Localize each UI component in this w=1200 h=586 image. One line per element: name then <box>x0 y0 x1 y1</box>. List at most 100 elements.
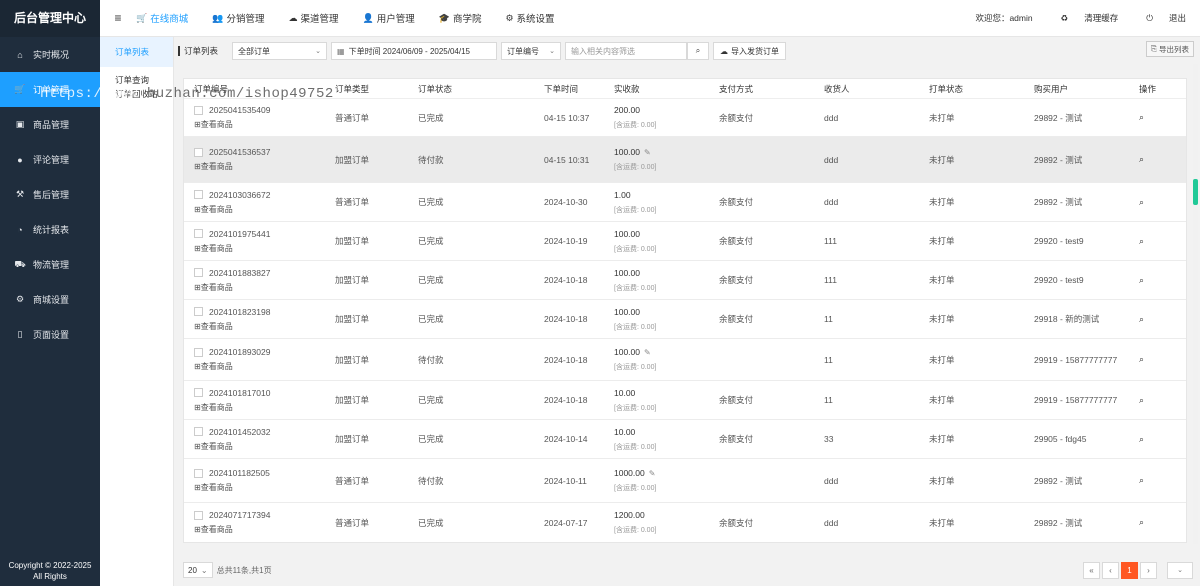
sidebar-item-2[interactable]: ▣ 商品管理 <box>0 107 100 142</box>
search-button[interactable]: ⌕ <box>687 42 710 60</box>
table-row[interactable]: 2024101975441 ⊞查看商品 加盟订单 已完成 2024-10-19 100.0… <box>184 222 1186 261</box>
page-button-current[interactable]: 1 <box>1121 561 1138 579</box>
row-checkbox[interactable] <box>194 468 203 478</box>
top-nav-item-4[interactable]: 🎓 商学院 <box>439 11 482 26</box>
shipping-fee-note: [含运费: 0.00] <box>614 323 657 331</box>
row-checkbox[interactable] <box>194 347 203 357</box>
view-detail-search-icon[interactable]: ⌕ <box>1139 112 1144 123</box>
receiver: ddd <box>824 154 839 165</box>
logout-button[interactable]: ⏻ 退出 <box>1132 12 1186 24</box>
view-detail-search-icon[interactable]: ⌕ <box>1139 236 1144 247</box>
import-shipping-button[interactable]: ☁ 导入发货订单 <box>713 42 787 60</box>
vertical-scrollbar[interactable] <box>1193 64 1198 544</box>
view-goods-link[interactable]: ⊞查看商品 <box>194 524 270 535</box>
top-nav-item-5[interactable]: ⚙ 系统设置 <box>505 11 554 26</box>
sidebar-item-8[interactable]: ▯ 页面设置 <box>0 317 100 352</box>
search-input[interactable]: 输入相关内容筛选 <box>565 42 688 60</box>
export-list-button[interactable]: ⎘ 导出列表 <box>1146 41 1194 57</box>
view-goods-link[interactable]: ⊞查看商品 <box>194 204 270 215</box>
top-nav-label: 渠道管理 <box>300 14 339 25</box>
sidebar-item-3[interactable]: ● 评论管理 <box>0 142 100 177</box>
page-size-select[interactable]: 20 ⌄ <box>183 562 213 578</box>
menu-toggle-icon[interactable]: ≡ <box>100 11 136 25</box>
table-row[interactable]: 2024101883827 ⊞查看商品 加盟订单 已完成 2024-10-18 100.0… <box>184 261 1186 300</box>
sidebar-item-7[interactable]: ⚙ 商城设置 <box>0 282 100 317</box>
order-id-line: 2024101893029 <box>194 347 270 357</box>
edit-icon[interactable]: ✎ <box>644 348 651 357</box>
table-row[interactable]: 2024101182505 ⊞查看商品 普通订单 待付款 2024-10-11 1000.… <box>184 459 1186 503</box>
view-goods-link[interactable]: ⊞查看商品 <box>194 321 270 332</box>
top-nav-item-2[interactable]: ☁ 渠道管理 <box>288 11 339 26</box>
column-header: 收货人 <box>824 83 850 94</box>
view-detail-search-icon[interactable]: ⌕ <box>1139 475 1144 486</box>
clear-cache-button[interactable]: ♻ 清理缓存 <box>1047 12 1119 24</box>
view-goods-link[interactable]: ⊞查看商品 <box>194 402 270 413</box>
row-checkbox[interactable] <box>194 510 203 520</box>
order-id-cell: 2025041535409 ⊞查看商品 <box>194 105 270 130</box>
sidebar-item-0[interactable]: ⌂ 实时概况 <box>0 37 100 72</box>
row-checkbox[interactable] <box>194 388 203 397</box>
toolbar-title: 订单列表 <box>178 45 218 57</box>
table-row[interactable]: 2024101817010 ⊞查看商品 加盟订单 已完成 2024-10-18 10.00… <box>184 381 1186 420</box>
order-id-line: 2025041535409 <box>194 105 270 115</box>
view-detail-search-icon[interactable]: ⌕ <box>1139 275 1144 286</box>
view-detail-search-icon[interactable]: ⌕ <box>1139 517 1144 528</box>
edit-icon[interactable]: ✎ <box>644 148 651 157</box>
submenu-order-list[interactable]: 订单列表 <box>100 37 173 67</box>
view-goods-link[interactable]: ⊞查看商品 <box>194 243 270 254</box>
table-row[interactable]: 2024103036672 ⊞查看商品 普通订单 已完成 2024-10-30 1.00 [… <box>184 183 1186 222</box>
view-goods-link[interactable]: ⊞查看商品 <box>194 482 270 493</box>
table-row[interactable]: 2024101452032 ⊞查看商品 加盟订单 已完成 2024-10-14 10.00… <box>184 420 1186 459</box>
table-row[interactable]: 2024101823198 ⊞查看商品 加盟订单 已完成 2024-10-18 100.0… <box>184 300 1186 339</box>
view-goods-link[interactable]: ⊞查看商品 <box>194 361 270 372</box>
sidebar-item-1[interactable]: 🛒 订单管理 <box>0 72 100 107</box>
sidebar-item-5[interactable]: ◔ 统计报表 <box>0 212 100 247</box>
view-detail-search-icon[interactable]: ⌕ <box>1139 395 1144 406</box>
table-row[interactable]: 2025041536537 ⊞查看商品 加盟订单 待付款 04-15 10:31 100.… <box>184 137 1186 183</box>
top-nav-item-1[interactable]: 👥 分销管理 <box>212 11 264 26</box>
order-id-line: 2024101975441 <box>194 229 270 239</box>
sidebar-item-6[interactable]: ⛟ 物流管理 <box>0 247 100 282</box>
table-row[interactable]: 2024071717394 ⊞查看商品 普通订单 已完成 2024-07-17 1200.… <box>184 503 1186 542</box>
first-page-button[interactable]: « <box>1083 561 1100 579</box>
edit-icon[interactable]: ✎ <box>649 469 656 478</box>
view-detail-search-icon[interactable]: ⌕ <box>1139 197 1144 208</box>
view-goods-link[interactable]: ⊞查看商品 <box>194 161 270 172</box>
date-range-picker[interactable]: ▦ 下单时间 2024/06/09 - 2025/04/15 <box>331 42 498 60</box>
status-select[interactable]: 全部订单 ⌄ <box>232 42 328 60</box>
row-checkbox[interactable] <box>194 105 203 115</box>
payment-method: 余额支付 <box>719 112 754 123</box>
order-id: 2024101182505 <box>209 468 270 478</box>
gear-icon: ⚙ <box>15 294 25 304</box>
page-jump-select[interactable]: ⌄ <box>1167 561 1193 579</box>
scrollbar-thumb[interactable] <box>1193 179 1198 205</box>
field-select[interactable]: 订单编号 ⌄ <box>501 42 562 60</box>
top-nav-item-3[interactable]: 👤 用户管理 <box>362 11 414 26</box>
table-row[interactable]: 2025041535409 ⊞查看商品 普通订单 已完成 04-15 10:37 200.… <box>184 99 1186 137</box>
view-goods-link[interactable]: ⊞查看商品 <box>194 119 270 130</box>
view-goods-link[interactable]: ⊞查看商品 <box>194 441 270 452</box>
row-checkbox[interactable] <box>194 307 203 316</box>
submenu-order-recycle[interactable]: 订单回收站 <box>100 87 173 101</box>
row-checkbox[interactable] <box>194 427 203 436</box>
view-goods-link[interactable]: ⊞查看商品 <box>194 282 270 293</box>
top-nav-item-0[interactable]: 🛒 在线商城 <box>136 11 188 26</box>
top-bar: ≡ 🛒 在线商城 👥 分销管理 ☁ 渠道管理 👤 用户管理 🎓 商学院 ⚙ 系统设置 欢迎您：admi… <box>100 0 1200 37</box>
row-checkbox[interactable] <box>194 268 203 277</box>
sidebar-item-4[interactable]: ⚒ 售后管理 <box>0 177 100 212</box>
view-detail-search-icon[interactable]: ⌕ <box>1139 434 1144 445</box>
next-page-button[interactable]: › <box>1140 561 1157 579</box>
prev-page-button[interactable]: ‹ <box>1102 561 1119 579</box>
view-detail-search-icon[interactable]: ⌕ <box>1139 154 1144 165</box>
row-checkbox[interactable] <box>194 147 203 157</box>
table-row[interactable]: 2024101893029 ⊞查看商品 加盟订单 待付款 2024-10-18 100.0… <box>184 339 1186 381</box>
amount-line: 1.00 <box>614 190 656 200</box>
receiver: ddd <box>824 112 839 123</box>
receiver: 111 <box>824 236 837 246</box>
row-checkbox[interactable] <box>194 190 203 199</box>
order-time: 2024-10-18 <box>544 275 588 285</box>
view-detail-search-icon[interactable]: ⌕ <box>1139 314 1144 325</box>
row-checkbox[interactable] <box>194 229 203 238</box>
view-detail-search-icon[interactable]: ⌕ <box>1139 354 1144 365</box>
submenu-order-query[interactable]: 订单查询 <box>100 73 173 87</box>
